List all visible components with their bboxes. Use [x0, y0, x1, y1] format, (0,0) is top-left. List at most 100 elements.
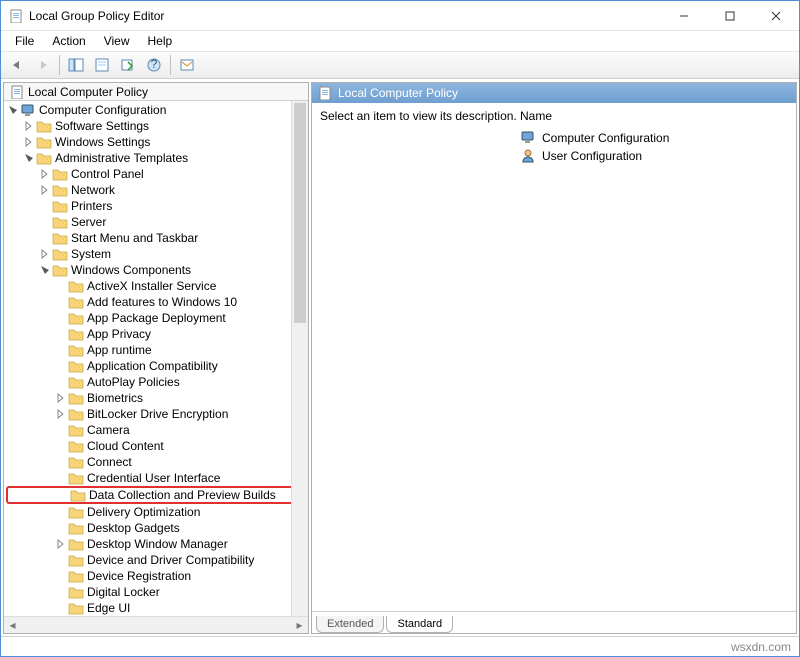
scroll-left-button[interactable]: ◂: [4, 617, 21, 633]
tree-item[interactable]: Desktop Window Manager: [6, 536, 308, 552]
menu-help[interactable]: Help: [140, 32, 181, 50]
close-button[interactable]: [753, 1, 799, 31]
tree-item[interactable]: Biometrics: [6, 390, 308, 406]
minimize-button[interactable]: [661, 1, 707, 31]
tree-item[interactable]: Windows Components: [6, 262, 308, 278]
tree-header[interactable]: Local Computer Policy: [4, 83, 308, 101]
tree-item[interactable]: Add features to Windows 10: [6, 294, 308, 310]
tree-item-label: Windows Components: [71, 263, 191, 277]
tree-item[interactable]: Printers: [6, 198, 308, 214]
tree-item[interactable]: Software Settings: [6, 118, 308, 134]
tree-item[interactable]: Control Panel: [6, 166, 308, 182]
tree-item[interactable]: Camera: [6, 422, 308, 438]
tree-item[interactable]: Network: [6, 182, 308, 198]
filter-button[interactable]: [175, 54, 199, 76]
tree-item-label: Desktop Window Manager: [87, 537, 228, 551]
statusbar: wsxdn.com: [1, 636, 799, 656]
list-item[interactable]: User Configuration: [520, 147, 788, 165]
folder-icon: [68, 439, 84, 453]
computer-icon: [20, 103, 36, 117]
menu-action[interactable]: Action: [44, 32, 93, 50]
tree-item[interactable]: Windows Settings: [6, 134, 308, 150]
tree-item-label: Computer Configuration: [39, 103, 166, 117]
forward-button[interactable]: [31, 54, 55, 76]
tree-item-label: Cloud Content: [87, 439, 164, 453]
column-header-name[interactable]: Name: [520, 109, 788, 129]
tree-twisty[interactable]: [22, 121, 36, 131]
toolbar: ?: [1, 51, 799, 79]
tree-item[interactable]: App Package Deployment: [6, 310, 308, 326]
tree-item[interactable]: Delivery Optimization: [6, 504, 308, 520]
titlebar: Local Group Policy Editor: [1, 1, 799, 31]
details-header: Local Computer Policy: [312, 83, 796, 103]
export-button[interactable]: [116, 54, 140, 76]
maximize-button[interactable]: [707, 1, 753, 31]
tree-item[interactable]: Data Collection and Preview Builds: [6, 486, 308, 504]
help-button[interactable]: ?: [142, 54, 166, 76]
tab-standard[interactable]: Standard: [386, 616, 453, 633]
tree-twisty[interactable]: [54, 393, 68, 403]
tree-item-label: Biometrics: [87, 391, 143, 405]
tree-item[interactable]: BitLocker Drive Encryption: [6, 406, 308, 422]
tree-twisty[interactable]: [38, 265, 52, 275]
tree-item-label: Add features to Windows 10: [87, 295, 237, 309]
tree-item[interactable]: ActiveX Installer Service: [6, 278, 308, 294]
folder-icon: [52, 247, 68, 261]
back-button[interactable]: [5, 54, 29, 76]
tree-twisty[interactable]: [22, 153, 36, 163]
tree-item-label: Device Registration: [87, 569, 191, 583]
tree-item-label: App Privacy: [87, 327, 151, 341]
tree-twisty[interactable]: [38, 169, 52, 179]
show-tree-button[interactable]: [64, 54, 88, 76]
tree-pane: Local Computer Policy Computer Configura…: [3, 82, 309, 634]
tree-item-label: App runtime: [87, 343, 152, 357]
tree-item[interactable]: Cloud Content: [6, 438, 308, 454]
tree-item[interactable]: App Privacy: [6, 326, 308, 342]
tree-twisty[interactable]: [38, 249, 52, 259]
tree-item[interactable]: System: [6, 246, 308, 262]
tree-twisty[interactable]: [6, 105, 20, 115]
details-pane: Local Computer Policy Select an item to …: [311, 82, 797, 634]
gpedit-window: Local Group Policy Editor File Action Vi…: [0, 0, 800, 657]
tree-item[interactable]: Connect: [6, 454, 308, 470]
computer-icon: [520, 130, 536, 146]
tree-item-label: Start Menu and Taskbar: [71, 231, 198, 245]
horizontal-scrollbar[interactable]: ◂ ▸: [4, 616, 308, 633]
tree-item[interactable]: Edge UI: [6, 600, 308, 616]
vertical-scrollbar[interactable]: [291, 101, 308, 616]
scroll-right-button[interactable]: ▸: [291, 617, 308, 633]
details-title: Local Computer Policy: [338, 86, 458, 100]
tree-item-label: AutoPlay Policies: [87, 375, 180, 389]
tree-item-label: Software Settings: [55, 119, 149, 133]
tree-item[interactable]: AutoPlay Policies: [6, 374, 308, 390]
tree-item[interactable]: Device Registration: [6, 568, 308, 584]
menu-view[interactable]: View: [96, 32, 138, 50]
tree-item-label: Windows Settings: [55, 135, 150, 149]
tab-extended[interactable]: Extended: [316, 616, 384, 633]
tree-twisty[interactable]: [54, 409, 68, 419]
properties-button[interactable]: [90, 54, 114, 76]
list-column: Name Computer Configuration User Configu…: [520, 109, 788, 605]
folder-icon: [68, 407, 84, 421]
tree-item[interactable]: App runtime: [6, 342, 308, 358]
tree-twisty[interactable]: [22, 137, 36, 147]
folder-icon: [36, 119, 52, 133]
tree-item[interactable]: Digital Locker: [6, 584, 308, 600]
scrollbar-thumb[interactable]: [294, 103, 306, 323]
tree-item[interactable]: Server: [6, 214, 308, 230]
tree-item[interactable]: Application Compatibility: [6, 358, 308, 374]
tree-item-label: Credential User Interface: [87, 471, 220, 485]
tree-item-label: Administrative Templates: [55, 151, 188, 165]
tree-twisty[interactable]: [38, 185, 52, 195]
tree-item[interactable]: Administrative Templates: [6, 150, 308, 166]
tree-item[interactable]: Credential User Interface: [6, 470, 308, 486]
policy-icon: [318, 86, 332, 100]
tree-twisty[interactable]: [54, 539, 68, 549]
folder-icon: [68, 537, 84, 551]
tree-item[interactable]: Device and Driver Compatibility: [6, 552, 308, 568]
tree-item[interactable]: Start Menu and Taskbar: [6, 230, 308, 246]
tree-item[interactable]: Computer Configuration: [6, 102, 308, 118]
menu-file[interactable]: File: [7, 32, 42, 50]
list-item[interactable]: Computer Configuration: [520, 129, 788, 147]
tree-item[interactable]: Desktop Gadgets: [6, 520, 308, 536]
